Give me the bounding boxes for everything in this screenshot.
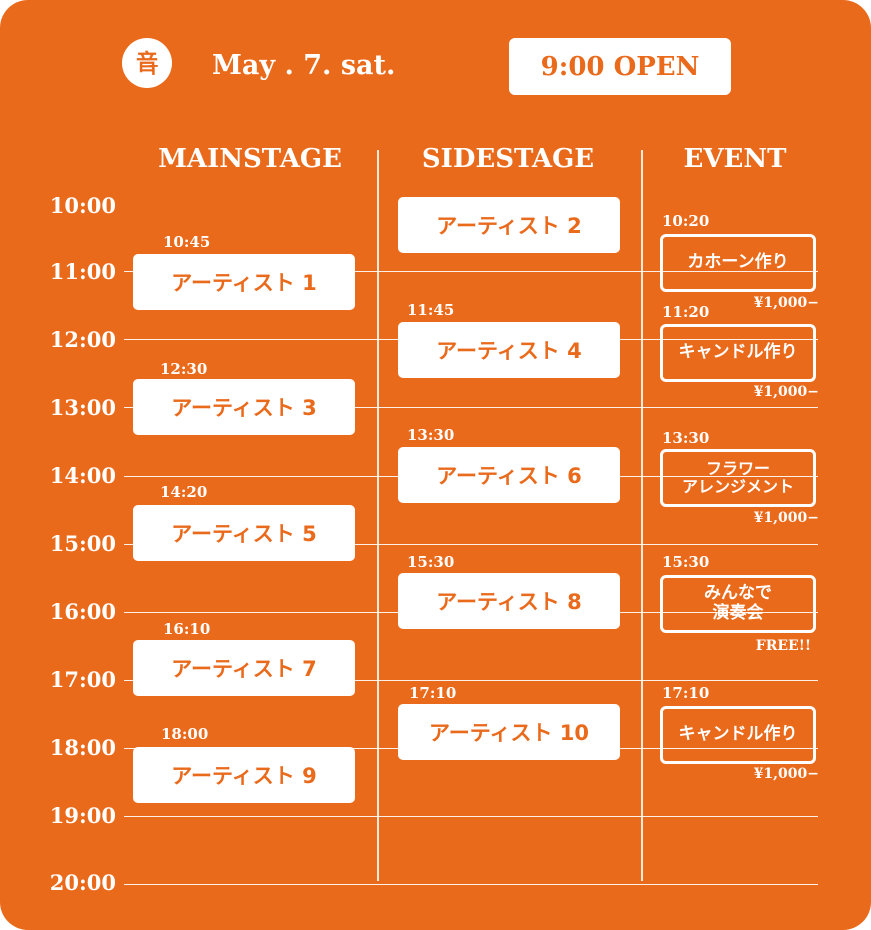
event-title: フラワー bbox=[705, 458, 770, 478]
side-slot-time: 17:10 bbox=[409, 684, 457, 702]
hour-label: 19:00 bbox=[49, 803, 116, 828]
main-slot-artist: アーティスト 7 bbox=[133, 640, 355, 696]
event-title: キャンドル作り bbox=[678, 342, 798, 363]
main-slot-artist: アーティスト 5 bbox=[133, 505, 355, 561]
event-item: キャンドル作り bbox=[660, 706, 816, 764]
timetable-panel: 音 T May . 7. sat. 9:00 OPEN MAINSTAGE SI… bbox=[0, 0, 871, 930]
event-item: カホーン作り bbox=[660, 234, 816, 292]
main-slot-time: 12:30 bbox=[160, 360, 208, 378]
hour-label: 15:00 bbox=[49, 531, 116, 556]
event-item: キャンドル作り bbox=[660, 324, 816, 382]
hour-line bbox=[124, 884, 818, 885]
logo: 音 T bbox=[122, 38, 172, 88]
column-divider bbox=[377, 150, 379, 881]
hour-label: 14:00 bbox=[49, 463, 116, 488]
side-slot-time: 15:30 bbox=[407, 553, 455, 571]
side-slot-time: 13:30 bbox=[407, 426, 455, 444]
event-item: フラワー アレンジメント bbox=[660, 449, 816, 507]
side-slot-time: 11:45 bbox=[407, 301, 455, 319]
event-title-line2: 演奏会 bbox=[712, 603, 764, 623]
event-time: 17:10 bbox=[662, 684, 710, 702]
event-price: ¥1,000− bbox=[753, 384, 819, 400]
column-mainstage: MAINSTAGE bbox=[158, 144, 342, 174]
column-sidestage: SIDESTAGE bbox=[421, 144, 595, 174]
event-price: ¥1,000− bbox=[753, 295, 819, 311]
hour-label: 10:00 bbox=[49, 193, 116, 218]
hour-label: 16:00 bbox=[49, 599, 116, 624]
hour-label: 11:00 bbox=[49, 259, 116, 284]
event-price: ¥1,000− bbox=[753, 766, 819, 782]
column-divider bbox=[641, 150, 643, 881]
hour-label: 17:00 bbox=[49, 667, 116, 692]
event-title: キャンドル作り bbox=[678, 724, 798, 745]
side-slot-artist: アーティスト 2 bbox=[398, 197, 620, 253]
main-slot-time: 18:00 bbox=[161, 725, 209, 743]
hour-label: 12:00 bbox=[49, 327, 116, 352]
hour-label: 18:00 bbox=[49, 735, 116, 760]
hour-line bbox=[124, 816, 818, 817]
event-price: ¥1,000− bbox=[753, 510, 819, 526]
event-date: May . 7. sat. bbox=[212, 50, 396, 81]
main-slot-time: 14:20 bbox=[160, 483, 208, 501]
event-title: カホーン作り bbox=[687, 252, 789, 273]
event-time: 13:30 bbox=[662, 429, 710, 447]
main-slot-time: 16:10 bbox=[163, 620, 211, 638]
event-time: 11:20 bbox=[662, 303, 710, 321]
side-slot-artist: アーティスト 8 bbox=[398, 573, 620, 629]
event-time: 10:20 bbox=[662, 212, 710, 230]
hour-label: 13:00 bbox=[49, 395, 116, 420]
side-slot-artist: アーティスト 4 bbox=[398, 322, 620, 378]
open-time-badge: 9:00 OPEN bbox=[509, 38, 731, 95]
event-time: 15:30 bbox=[662, 553, 710, 571]
side-slot-artist: アーティスト 10 bbox=[398, 704, 620, 760]
main-slot-time: 10:45 bbox=[163, 233, 211, 251]
event-item: みんなで 演奏会 bbox=[660, 575, 816, 633]
event-title: みんなで bbox=[704, 583, 772, 604]
side-slot-artist: アーティスト 6 bbox=[398, 447, 620, 503]
main-slot-artist: アーティスト 9 bbox=[133, 747, 355, 803]
event-price: FREE!! bbox=[755, 638, 811, 654]
hour-label: 20:00 bbox=[49, 870, 116, 895]
logo-sub: T bbox=[149, 64, 158, 79]
column-event: EVENT bbox=[683, 144, 787, 174]
main-slot-artist: アーティスト 1 bbox=[133, 254, 355, 310]
main-slot-artist: アーティスト 3 bbox=[133, 379, 355, 435]
event-title-line2: アレンジメント bbox=[681, 477, 794, 496]
